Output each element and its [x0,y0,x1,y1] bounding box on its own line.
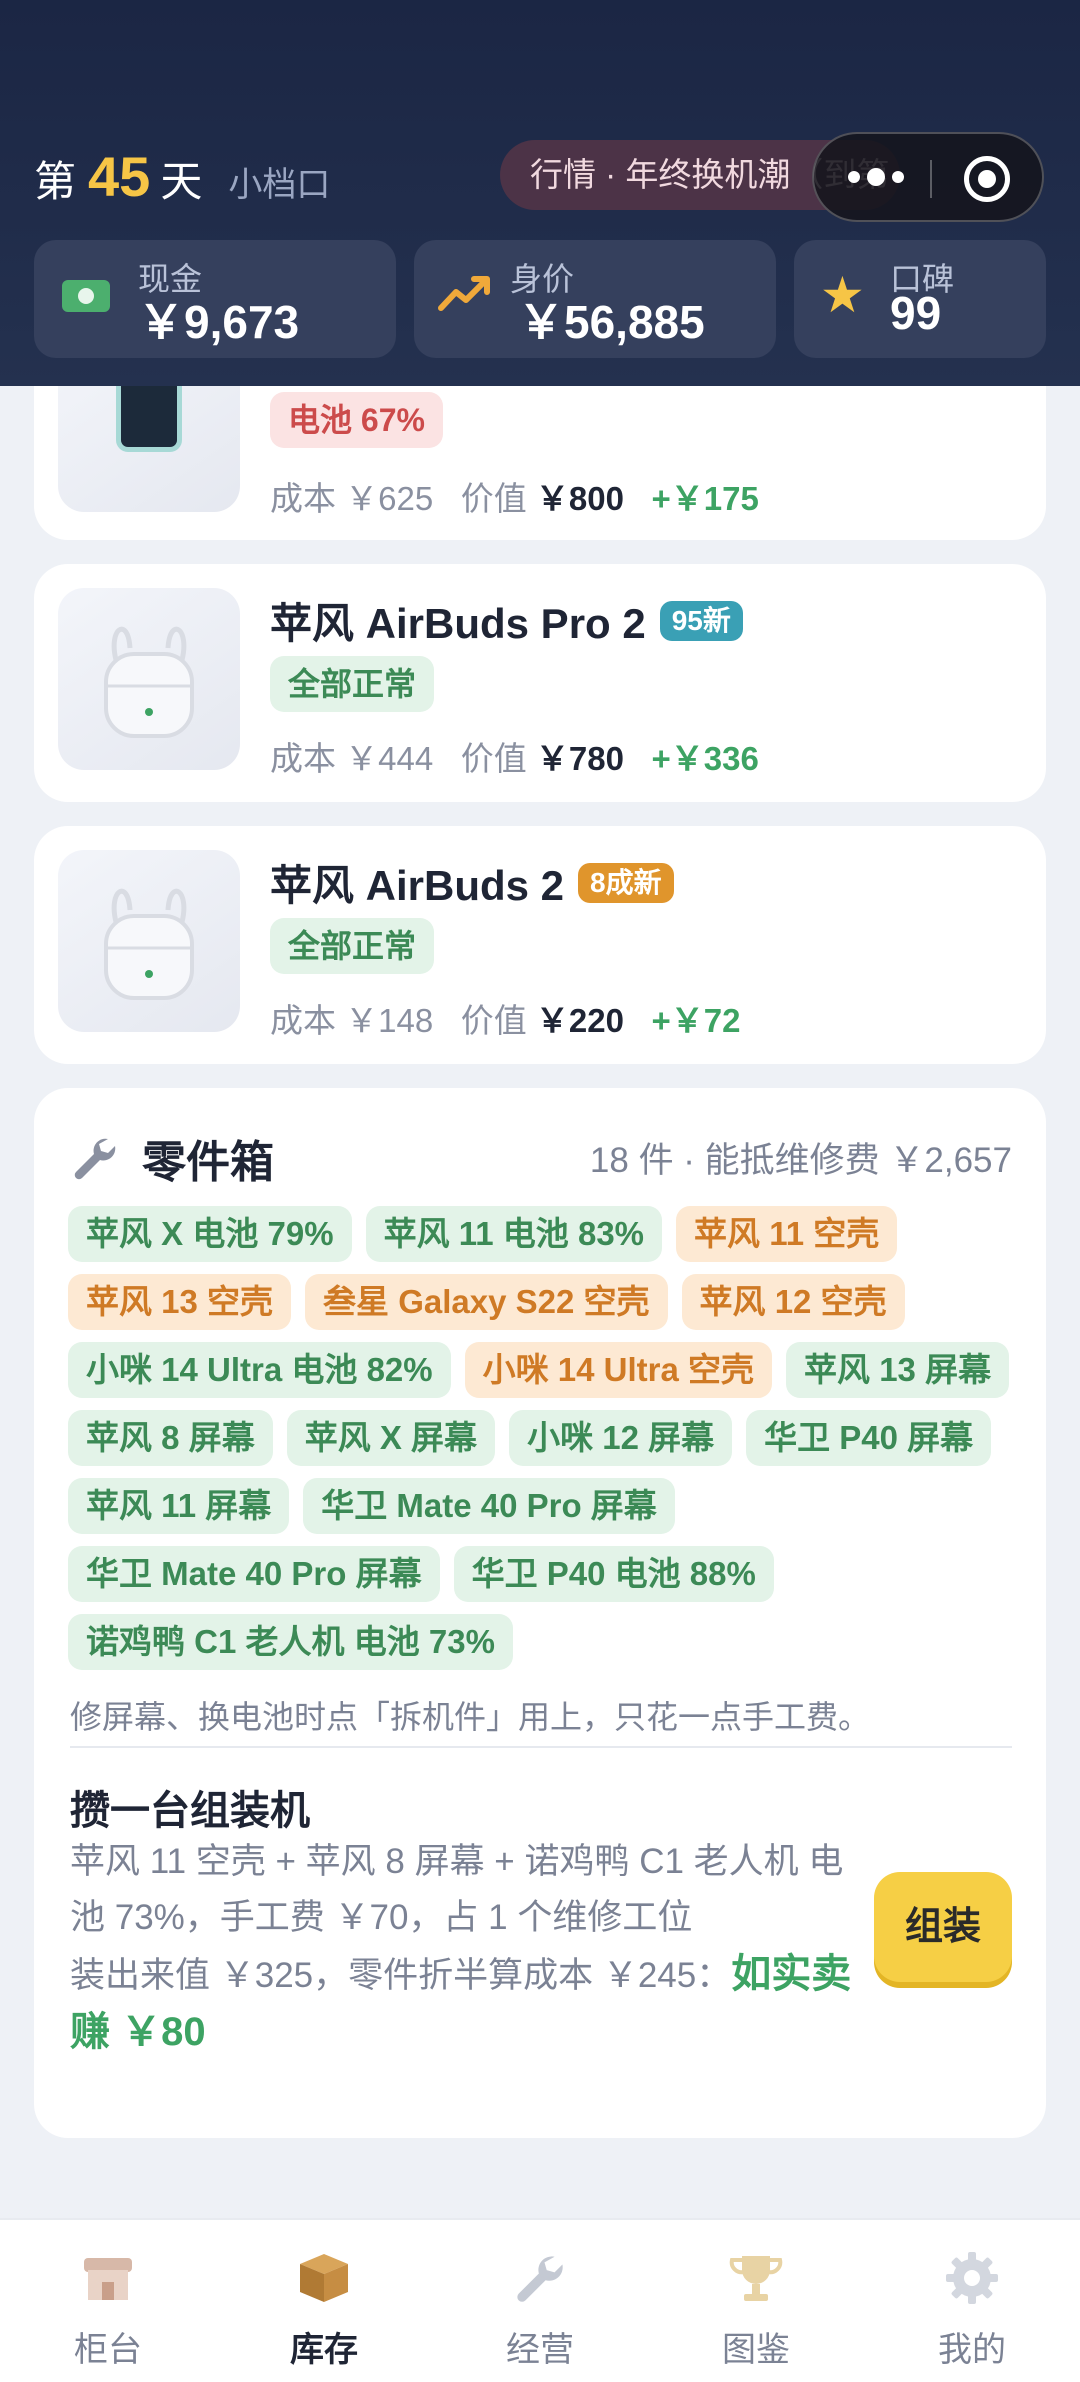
part-tag[interactable]: 叁星 Galaxy S22 空壳 [305,1274,668,1330]
part-tag[interactable]: 苹风 11 屏幕 [68,1478,290,1534]
earbuds-icon [104,888,194,1000]
close-target-icon[interactable] [964,156,1010,202]
assemble-button[interactable]: 组装 [874,1872,1012,1982]
item-title: 苹风 AirBuds 2 8成新 [270,852,674,913]
parts-summary: 18 件 · 能抵维修费 ￥2,657 [589,1141,1012,1180]
cash-stat: 现金 ￥9,673 [34,240,396,358]
bottom-tabbar: 柜台 库存 经营 图鉴 我的 [0,2218,1080,2382]
part-tag[interactable]: 华卫 P40 屏幕 [746,1410,992,1466]
parts-header: 零件箱 [70,1126,274,1190]
part-tag[interactable]: 华卫 P40 电池 88% [453,1546,774,1602]
tab-operations[interactable]: 经营 [432,2220,648,2382]
part-tag[interactable]: 苹风 12 空壳 [681,1274,905,1330]
inventory-card[interactable]: 苹风 AirBuds Pro 2 95新 全部正常 成本 ￥444 价值 ￥78… [34,564,1046,802]
earbuds-icon [104,626,194,738]
part-tag[interactable]: 苹风 13 屏幕 [786,1342,1010,1398]
earbuds-thumbnail [58,850,240,1032]
more-icon[interactable] [848,168,904,186]
wrench-icon [517,2256,563,2302]
combo-result: 装出来值 ￥325，零件折半算成本 ￥245： [70,1956,732,1995]
day-number: 45 [88,145,151,208]
part-tag[interactable]: 苹风 X 屏幕 [286,1410,496,1466]
part-tag[interactable]: 苹风 X 电池 79% [68,1206,352,1262]
status-chip: 全部正常 [270,918,435,974]
tab-collection[interactable]: 图鉴 [648,2220,864,2382]
status-header: 第 45 天 小档口 行情 · 年终换机潮（到第 47 天） 现金 ￥9,673… [0,0,1080,386]
store-icon [84,2258,132,2300]
combo-description: 苹风 11 空壳 + 苹风 8 屏幕 + 诺鸡鸭 C1 老人机 电池 73%，手… [70,1842,852,2054]
tab-profile[interactable]: 我的 [864,2220,1080,2382]
inventory-card[interactable]: 苹风 AirBuds 2 8成新 全部正常 成本 ￥148 价值 ￥220 +￥… [34,826,1046,1064]
part-tag[interactable]: 小咪 12 屏幕 [509,1410,733,1466]
tab-counter[interactable]: 柜台 [0,2220,216,2382]
status-chip: 全部正常 [270,656,435,712]
condition-badge: 8成新 [578,862,674,903]
combo-title: 攒一台组装机 [70,1789,310,1833]
part-tag[interactable]: 华卫 Mate 40 Pro 屏幕 [68,1546,440,1602]
parts-box: 零件箱 18 件 · 能抵维修费 ￥2,657 苹风 X 电池 79% 苹风 1… [34,1088,1046,2138]
earbuds-thumbnail [58,588,240,770]
miniprogram-capsule[interactable] [812,132,1044,222]
condition-badge: 95新 [659,600,743,641]
parts-title: 零件箱 [142,1138,274,1187]
star-icon: ★ [820,267,865,323]
price-line: 成本 ￥444 价值 ￥780 +￥336 [270,740,759,777]
worth-value: ￥56,885 [518,296,705,348]
cash-value: ￥9,673 [138,296,300,348]
status-chip: 电池 67% [270,392,443,448]
shop-name: 小档口 [228,166,331,204]
trend-up-icon [438,276,490,311]
divider [70,1746,1012,1748]
reputation-stat: ★ 口碑 99 [794,240,1046,358]
part-tag[interactable]: 苹风 11 电池 83% [365,1206,663,1262]
part-tag[interactable]: 小咪 14 Ultra 空壳 [464,1342,773,1398]
trophy-icon [729,2256,783,2301]
wrench-icon [74,1138,116,1180]
part-tag[interactable]: 小咪 14 Ultra 电池 82% [68,1342,451,1398]
box-icon [300,2254,348,2302]
day-counter: 第 45 天 小档口 [34,145,331,208]
cash-icon [62,280,110,312]
price-line: 成本 ￥625 价值 ￥800 +￥175 [270,480,759,517]
worth-stat: 身价 ￥56,885 [414,240,776,358]
item-title: 苹风 AirBuds Pro 2 95新 [270,590,743,651]
price-line: 成本 ￥148 价值 ￥220 +￥72 [270,1002,741,1039]
tab-inventory[interactable]: 库存 [216,2220,432,2382]
parts-tip: 修屏幕、换电池时点「拆机件」用上，只花一点手工费。 [70,1699,871,1735]
gear-icon [946,2252,998,2304]
parts-tags: 苹风 X 电池 79% 苹风 11 电池 83% 苹风 11 空壳 苹风 13 … [68,1206,1018,1670]
part-tag[interactable]: 华卫 Mate 40 Pro 屏幕 [303,1478,675,1534]
reputation-value: 99 [890,287,942,339]
part-tag[interactable]: 诺鸡鸭 C1 老人机 电池 73% [68,1614,513,1670]
part-tag[interactable]: 苹风 8 屏幕 [68,1410,273,1466]
part-tag[interactable]: 苹风 13 空壳 [68,1274,292,1330]
part-tag[interactable]: 苹风 11 空壳 [676,1206,898,1262]
